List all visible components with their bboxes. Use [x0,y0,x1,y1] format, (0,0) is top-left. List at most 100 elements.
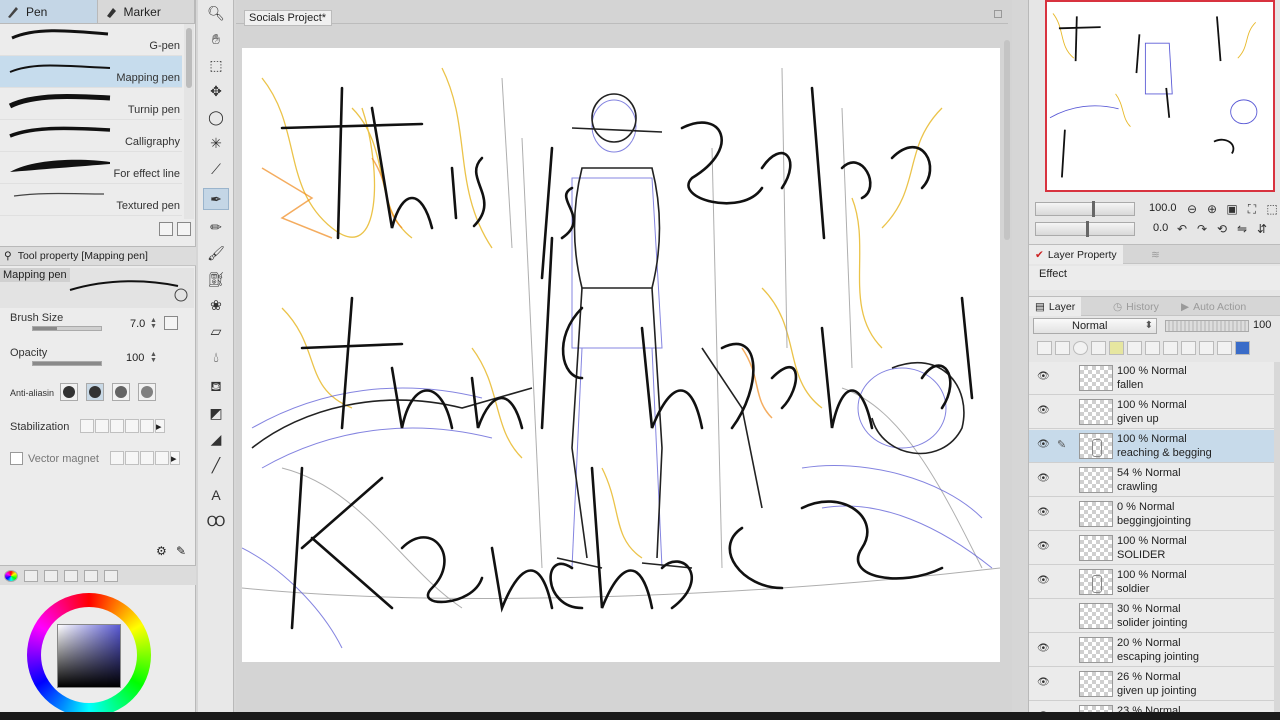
pencil-tool-icon[interactable]: ✏ [203,216,229,238]
clip-icon[interactable] [1073,341,1088,355]
lock-transparent-icon[interactable] [1145,341,1160,355]
wrench-icon[interactable]: ✎ [176,544,186,558]
tabbar-collapse-button[interactable] [994,10,1002,18]
layer-row[interactable]: 👁︎ 100 % Normal soldier [1029,566,1280,599]
blend-mode-select[interactable]: Normal [1033,318,1157,334]
layer-row[interactable]: 👁︎ 20 % Normal escaping jointing [1029,634,1280,667]
brush-item-turnip-pen[interactable]: Turnip pen [0,88,182,120]
opacity-slider[interactable] [32,361,102,366]
color-slider-tab[interactable] [24,569,38,582]
figure-tool-icon[interactable]: ◢ [203,428,229,450]
brush-size-value[interactable]: 7.0 [130,318,145,330]
anti-alias-none[interactable] [60,383,78,401]
layer-row[interactable]: 👁︎ 100 % Normal fallen [1029,362,1280,395]
visibility-eye-icon[interactable]: 👁︎ [1037,372,1050,382]
color-wheel-tab[interactable] [4,569,18,582]
zoom-tool-icon[interactable]: 🔍︎ [203,2,229,24]
tab-auto-action[interactable]: ▶ Auto Action [1175,297,1252,316]
gradient-tool-icon[interactable]: ◩ [203,402,229,424]
selection-tool-icon[interactable]: ◯ [203,106,229,128]
layer-opacity-value[interactable]: 100 [1253,319,1271,331]
anti-alias-medium[interactable] [112,383,130,401]
approx-color-tab[interactable] [84,569,98,582]
brush-item-effect-line[interactable]: For effect line [0,152,182,184]
decoration-tool-icon[interactable]: ❀ [203,294,229,316]
navigator-preview[interactable] [1045,0,1275,192]
tab-marker[interactable]: Marker [98,0,195,23]
brush-item-mapping-pen[interactable]: Mapping pen [0,56,182,88]
palette-color-icon[interactable] [1217,341,1232,355]
brush-size-spinner[interactable]: ▲ ▼ [150,317,158,330]
color-saturation-square[interactable] [57,624,121,688]
delete-sub-tool-icon[interactable] [177,222,191,236]
tab-layer[interactable]: ▤ Layer [1029,297,1082,316]
fit-actual-size-icon[interactable]: ▣ [1225,202,1239,216]
drawing-canvas[interactable] [242,48,1000,662]
vector-magnet-checkbox[interactable] [10,452,23,465]
rotate-value[interactable]: 0.0 [1153,222,1168,234]
fit-window-icon[interactable]: ⛶ [1245,202,1259,216]
tab-sub-panel[interactable]: ≋ [1145,245,1166,264]
layer-row[interactable]: 👁︎ 100 % Normal given up [1029,396,1280,429]
zoom-out-icon[interactable]: ⊖ [1185,202,1199,216]
rotate-right-icon[interactable]: ↷ [1195,222,1209,236]
visibility-eye-icon[interactable]: 👁︎ [1037,542,1050,552]
visibility-eye-icon[interactable]: 👁︎ [1037,474,1050,484]
ruler-icon[interactable] [1181,341,1196,355]
brush-item-calligraphy[interactable]: Calligraphy [0,120,182,152]
anti-alias-strong[interactable] [138,383,156,401]
reset-rotation-icon[interactable]: ⟲ [1215,222,1229,236]
layer-row[interactable]: 👁︎ 26 % Normal given up jointing [1029,668,1280,701]
line-tool-icon[interactable]: ╱ [203,454,229,476]
tab-pen[interactable]: Pen [0,0,98,23]
zoom-value[interactable]: 100.0 [1149,202,1177,214]
flip-horizontal-icon[interactable]: ⇋ [1235,222,1249,236]
fill-tool-icon[interactable]: ⛾ [203,376,229,398]
reference-icon[interactable] [1091,341,1106,355]
eraser-tool-icon[interactable]: ▱ [203,320,229,342]
brush-item-g-pen[interactable]: G-pen [0,24,182,56]
canvas-vertical-scrollbar[interactable] [1004,40,1010,240]
expression-color-icon[interactable] [1037,341,1052,355]
airbrush-tool-icon[interactable]: ⛽︎ [203,268,229,290]
stabilization-slider[interactable]: ▸ [80,419,165,433]
layer-list-scrollbar[interactable] [1274,362,1280,716]
layer-row-selected[interactable]: 👁︎ ✎ 100 % Normal reaching & begging [1029,430,1280,463]
hand-tool-icon[interactable]: ✋︎ [203,28,229,50]
brush-tool-icon[interactable]: 🖌︎ [203,242,229,264]
brush-list-scrollbar[interactable] [184,24,194,219]
visibility-eye-icon[interactable]: 👁︎ [1037,678,1050,688]
anti-alias-weak[interactable] [86,383,104,401]
blend-tool-icon[interactable]: 💧︎ [203,346,229,368]
tab-history[interactable]: ◷ History [1107,297,1165,316]
intermediate-color-tab[interactable] [64,569,78,582]
layer-opacity-slider[interactable] [1165,320,1249,332]
layer-row[interactable]: 👁︎ 54 % Normal crawling [1029,464,1280,497]
layer-row[interactable]: 👁︎ 100 % Normal SOLIDER [1029,532,1280,565]
layer-menu-icon[interactable] [1235,341,1250,355]
move-layer-tool-icon[interactable]: ✥ [203,80,229,102]
brush-item-textured-pen[interactable]: Textured pen [0,184,182,216]
mask-icon[interactable] [1163,341,1178,355]
text-tool-icon[interactable]: A [203,484,229,506]
brush-size-menu-button[interactable] [164,316,178,330]
operation-tool-icon[interactable]: ⬚ [203,54,229,76]
spin-icon[interactable] [1055,341,1070,355]
zoom-in-icon[interactable]: ⊕ [1205,202,1219,216]
pen-tool-icon[interactable]: ✒ [203,188,229,210]
lock-icon[interactable] [1127,341,1142,355]
visibility-eye-icon[interactable]: 👁︎ [1037,508,1050,518]
visibility-eye-icon[interactable]: 👁︎ [1037,644,1050,654]
opacity-spinner[interactable]: ▲ ▼ [150,351,158,364]
eyedropper-tool-icon[interactable]: ⟋ [203,158,229,180]
auto-select-tool-icon[interactable]: ✳ [203,132,229,154]
brush-size-slider[interactable] [32,326,102,331]
color-history-tab[interactable] [104,569,118,582]
opacity-value[interactable]: 100 [126,352,144,364]
document-tab[interactable]: Socials Project* [244,10,332,26]
correct-line-tool-icon[interactable]: Ꝏ [203,510,229,532]
visibility-eye-icon[interactable]: 👁︎ [1037,576,1050,586]
duplicate-sub-tool-button[interactable] [159,222,173,236]
settings-gear-icon[interactable]: ⚙ [156,544,167,558]
fit-navigator-icon[interactable]: ⬚ [1265,202,1279,216]
